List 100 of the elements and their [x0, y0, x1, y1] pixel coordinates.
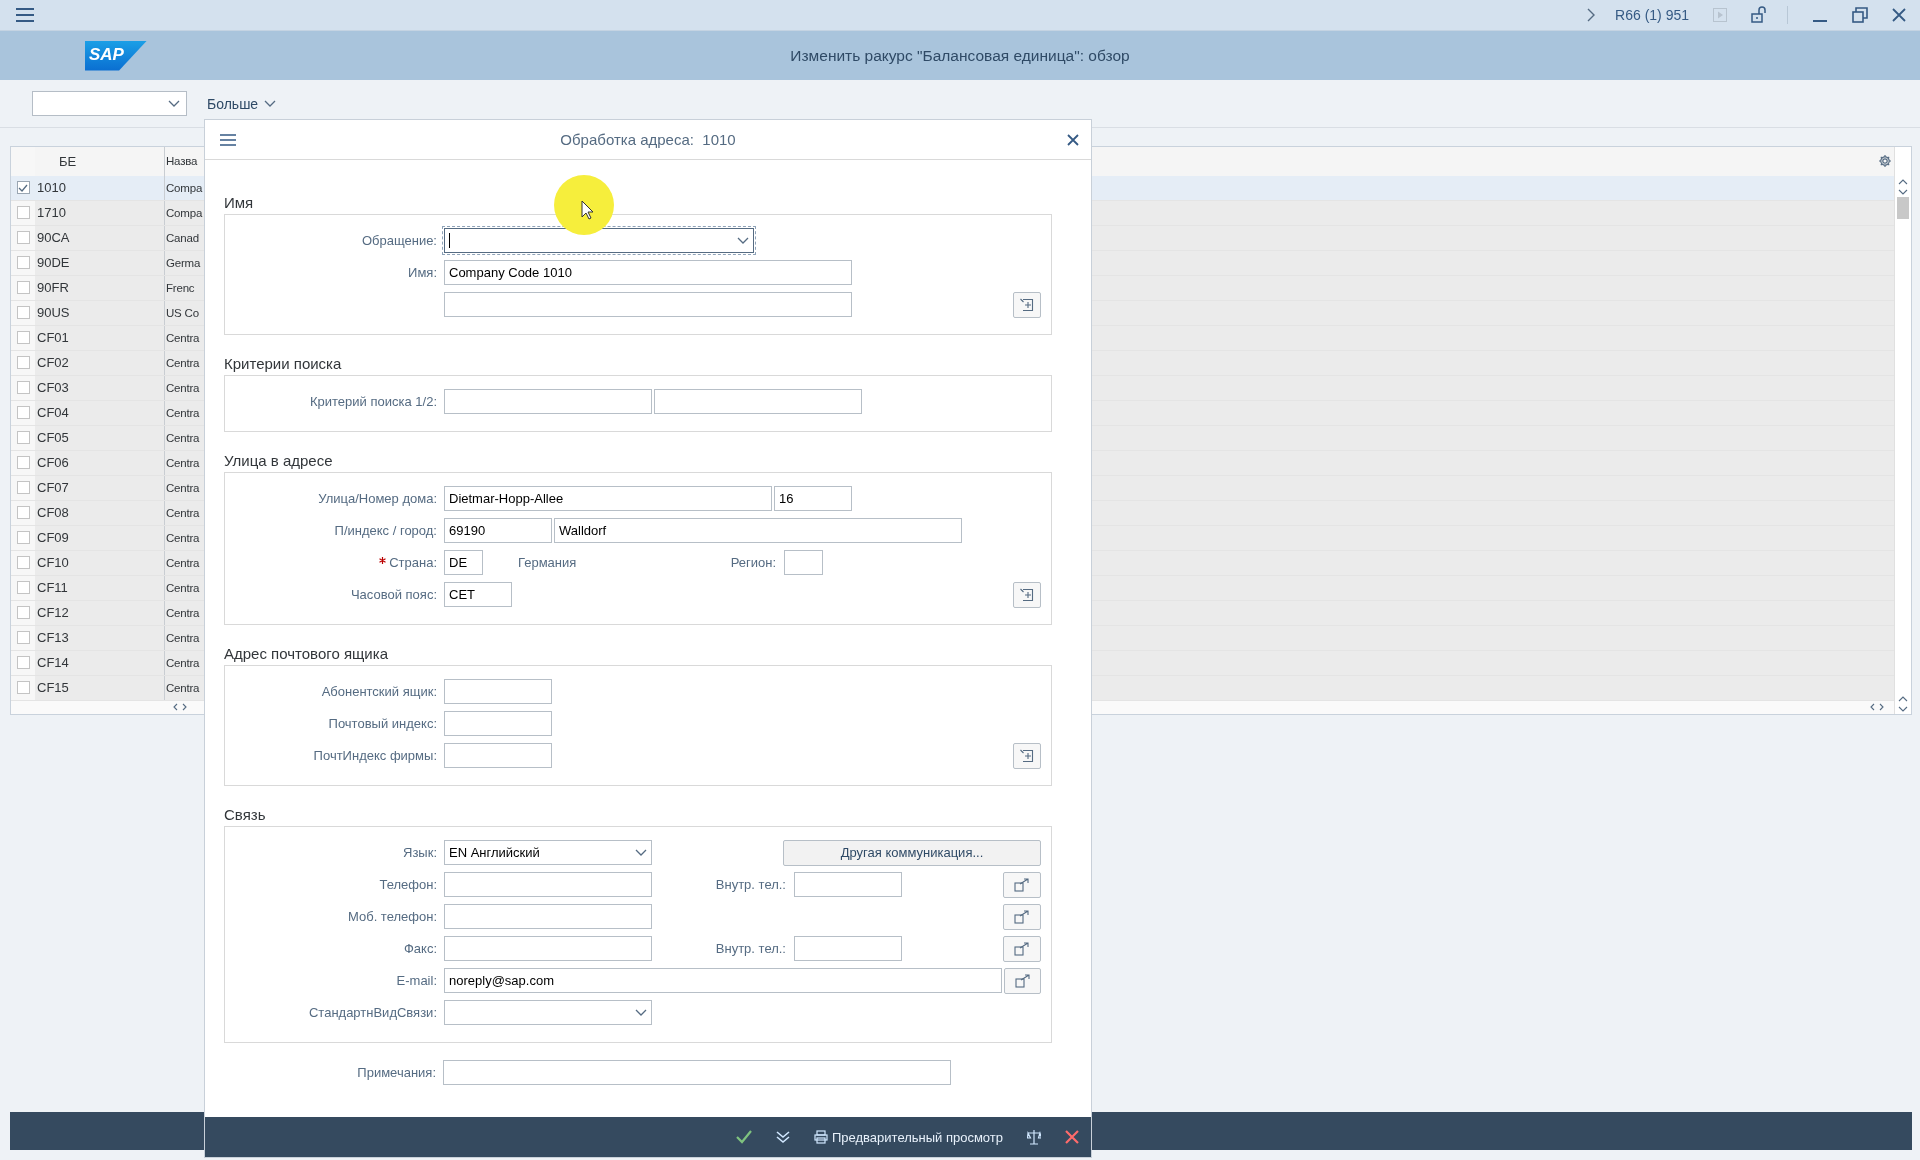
table-cell-text: CF12: [36, 605, 70, 621]
table-cell: Centra: [164, 575, 203, 600]
checkbox[interactable]: [16, 581, 30, 595]
table-cell: Centra: [164, 550, 203, 575]
table-cell-text: CF07: [36, 480, 70, 496]
close-icon[interactable]: [1892, 8, 1906, 22]
checkbox[interactable]: [16, 256, 30, 270]
expand-button[interactable]: [1013, 291, 1041, 318]
menu-icon[interactable]: [16, 8, 34, 22]
table-cell: Germa: [164, 250, 203, 275]
double-chevron-icon[interactable]: [776, 1130, 790, 1144]
input-field[interactable]: [444, 711, 552, 736]
open-button[interactable]: [1003, 935, 1041, 962]
external-link-icon: [1014, 877, 1030, 892]
field-label: Имя:: [408, 265, 437, 280]
table-cell-text: CF08: [36, 505, 70, 521]
checkmark-icon[interactable]: [736, 1130, 752, 1144]
checkbox[interactable]: [16, 281, 30, 295]
input-field[interactable]: CET: [444, 582, 512, 607]
field-label: Телефон:: [379, 877, 437, 892]
checkbox[interactable]: [16, 231, 30, 245]
checkbox[interactable]: [16, 656, 30, 670]
preview-button[interactable]: Предварительный просмотр: [814, 1129, 1003, 1145]
table-cell-text: CF11: [36, 580, 69, 596]
unlock-icon[interactable]: [1751, 6, 1767, 24]
input-field[interactable]: DE: [444, 550, 483, 575]
column-header[interactable]: Назва: [164, 147, 203, 176]
settings-icon[interactable]: [1878, 154, 1892, 169]
input-field[interactable]: Dietmar-Hopp-Allee: [444, 486, 772, 511]
scroll-arrows-icon[interactable]: [1898, 696, 1908, 712]
external-link-icon: [1014, 973, 1031, 988]
scroll-arrows-icon[interactable]: [1898, 179, 1908, 195]
table-cell: Centra: [164, 400, 203, 425]
cancel-icon[interactable]: [1065, 1130, 1079, 1144]
input-field[interactable]: noreply@sap.com: [444, 968, 1002, 993]
input-field[interactable]: [444, 872, 652, 897]
play-icon[interactable]: [1713, 8, 1727, 22]
section-title: Адрес почтового ящика: [224, 644, 389, 664]
input-field[interactable]: [443, 1060, 951, 1085]
input-field[interactable]: [444, 936, 652, 961]
expand-button[interactable]: [1013, 581, 1041, 608]
input-field[interactable]: [444, 904, 652, 929]
input-field[interactable]: [444, 679, 552, 704]
chevron-down-icon: [635, 849, 647, 856]
input-field[interactable]: [444, 743, 552, 768]
input-field[interactable]: [654, 389, 862, 414]
external-link-icon: [1014, 909, 1030, 924]
table-cell-text: 1710: [36, 205, 67, 221]
open-button[interactable]: [1004, 967, 1041, 994]
checkbox[interactable]: [16, 606, 30, 620]
checkbox[interactable]: [16, 456, 30, 470]
scrollbar-thumb[interactable]: [1897, 197, 1909, 219]
checkbox[interactable]: [16, 206, 30, 220]
scroll-arrows-icon[interactable]: [1870, 703, 1884, 712]
table-cell-text: CF06: [36, 455, 70, 471]
more-menu[interactable]: Больше: [207, 95, 277, 112]
open-button[interactable]: [1003, 903, 1041, 930]
table-cell: Frenc: [164, 275, 203, 300]
checkbox[interactable]: [16, 506, 30, 520]
input-field[interactable]: Company Code 1010: [444, 260, 852, 285]
expand-button[interactable]: [1013, 742, 1041, 769]
balance-icon[interactable]: [1027, 1129, 1041, 1145]
input-field[interactable]: [784, 550, 823, 575]
input-field[interactable]: [444, 389, 652, 414]
menu-icon[interactable]: [220, 133, 236, 146]
table-cell: Centra: [164, 650, 203, 675]
checkbox[interactable]: [16, 431, 30, 445]
checkbox[interactable]: [16, 631, 30, 645]
close-icon[interactable]: [1067, 133, 1079, 146]
dropdown[interactable]: [444, 228, 754, 253]
checkbox[interactable]: [16, 306, 30, 320]
input-field[interactable]: [444, 292, 852, 317]
checkbox[interactable]: [16, 481, 30, 495]
other-communication-button[interactable]: Другая коммуникация...: [783, 839, 1041, 866]
column-header[interactable]: БЕ: [35, 153, 164, 169]
input-field[interactable]: [794, 936, 902, 961]
field-label: Критерий поиска 1/2:: [310, 394, 437, 409]
checkbox[interactable]: [16, 531, 30, 545]
input-field[interactable]: Walldorf: [554, 518, 962, 543]
field-label: E-mail:: [396, 973, 437, 988]
scroll-arrows-icon[interactable]: [173, 703, 187, 712]
checkbox[interactable]: [16, 381, 30, 395]
input-field[interactable]: 69190: [444, 518, 552, 543]
dropdown[interactable]: EN Английский: [444, 840, 652, 865]
restore-icon[interactable]: [1852, 7, 1868, 23]
open-button[interactable]: [1003, 871, 1041, 898]
chevron-down-icon: [737, 237, 749, 244]
checkbox[interactable]: [16, 181, 30, 195]
checkbox[interactable]: [16, 406, 30, 420]
table-cell-text: CF05: [36, 430, 70, 446]
checkbox[interactable]: [16, 356, 30, 370]
input-field[interactable]: [794, 872, 902, 897]
checkbox[interactable]: [16, 681, 30, 695]
add-icon: [1020, 297, 1034, 312]
input-field[interactable]: 16: [774, 486, 852, 511]
field-label: Внутр. тел.:: [714, 877, 787, 892]
checkbox[interactable]: [16, 556, 30, 570]
checkbox[interactable]: [16, 331, 30, 345]
chevron-right-icon[interactable]: [1587, 8, 1596, 22]
table-cell-text: CF01: [36, 330, 70, 346]
